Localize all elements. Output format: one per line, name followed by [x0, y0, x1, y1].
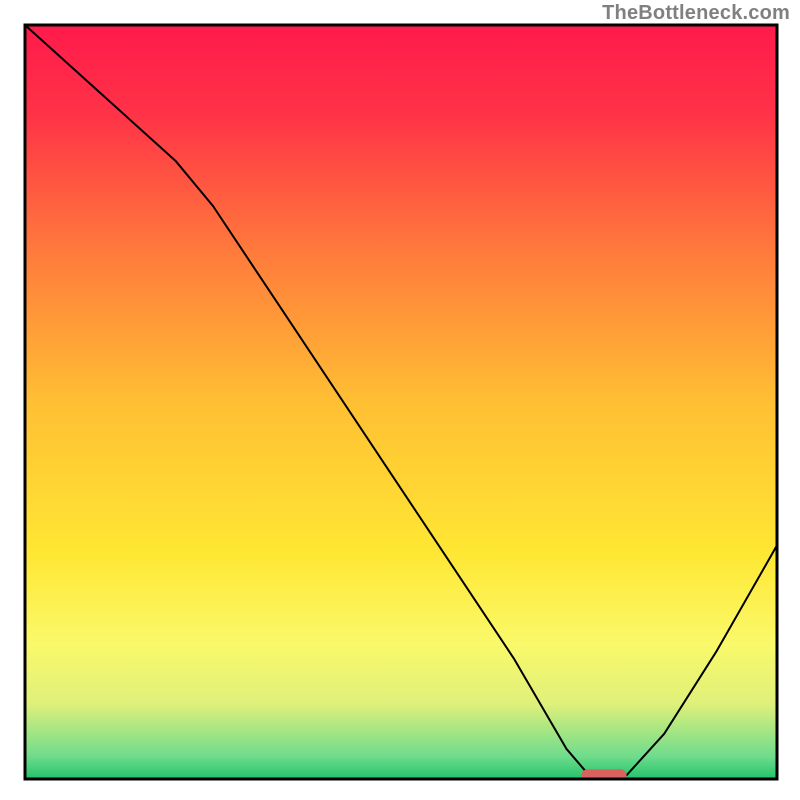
bottleneck-chart — [0, 0, 800, 800]
gradient-background — [25, 25, 777, 779]
watermark-text: TheBottleneck.com — [602, 2, 790, 25]
